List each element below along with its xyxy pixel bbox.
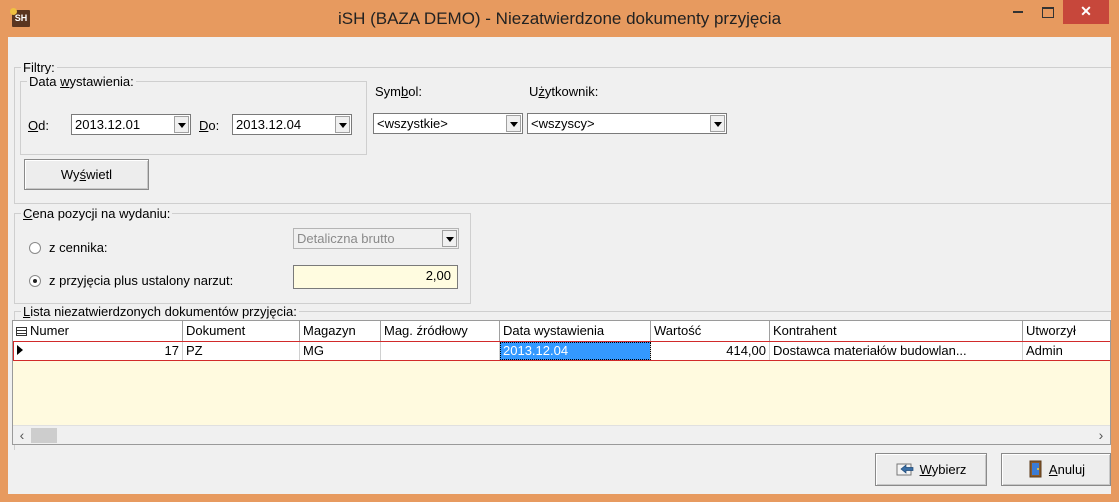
- date-legend-text: Data: [29, 74, 61, 89]
- scroll-right-icon[interactable]: ›: [1092, 426, 1110, 444]
- select-accel: W: [919, 462, 932, 477]
- chevron-down-icon[interactable]: [710, 115, 725, 132]
- date-from-label: Od:: [28, 118, 49, 134]
- column-header-kontrahent[interactable]: Kontrahent: [770, 321, 1023, 341]
- select-button[interactable]: Wybierz: [875, 453, 987, 486]
- column-header-magazyn[interactable]: Magazyn: [300, 321, 381, 341]
- symbol-select[interactable]: <wszystkie>: [373, 113, 523, 134]
- column-header-numer[interactable]: Numer: [13, 321, 183, 341]
- date-group-legend: Data wystawienia:: [27, 74, 136, 89]
- markup-input[interactable]: 2,00: [293, 265, 458, 289]
- date-to-picker[interactable]: 2013.12.04: [232, 114, 352, 135]
- date-to-value: 2013.12.04: [236, 117, 302, 132]
- horizontal-scrollbar[interactable]: ‹ ›: [13, 425, 1110, 444]
- radio-price-list[interactable]: [29, 242, 41, 254]
- minimize-button[interactable]: [1003, 0, 1033, 24]
- maximize-button[interactable]: [1033, 0, 1063, 24]
- select-icon: [896, 463, 913, 476]
- cell-wartosc[interactable]: 414,00: [651, 342, 770, 360]
- show-button-text: Wy: [60, 167, 80, 182]
- price-legend-text: ena pozycji na wydaniu:: [32, 206, 171, 221]
- symbol-label: Symbol:: [375, 84, 422, 100]
- cancel-button[interactable]: Anuluj: [1001, 453, 1111, 486]
- documents-grid[interactable]: Numer Dokument Magazyn Mag. źródłowy Dat…: [12, 320, 1111, 445]
- cell-numer[interactable]: 17: [28, 342, 183, 360]
- symbol-label-text-2: ol:: [408, 84, 422, 99]
- cell-mag-zrodlowy[interactable]: [381, 342, 500, 360]
- show-button-text-2: wietl: [86, 167, 113, 182]
- table-icon: [16, 327, 27, 336]
- user-value: <wszyscy>: [531, 116, 595, 131]
- scroll-left-icon[interactable]: ‹: [13, 426, 31, 444]
- exit-door-icon: [1029, 460, 1042, 478]
- chevron-down-icon[interactable]: [506, 115, 521, 132]
- from-accel: O: [28, 118, 39, 133]
- column-header-utworzyl[interactable]: Utworzył: [1023, 321, 1110, 341]
- date-legend-text-2: ystawienia:: [69, 74, 134, 89]
- symbol-value: <wszystkie>: [377, 116, 448, 131]
- filters-legend: Filtry:: [21, 60, 57, 75]
- user-label-text: U: [529, 84, 539, 99]
- symbol-label-text: Sym: [375, 84, 401, 99]
- list-legend-text: ista niezatwierdzonych dokumentów przyję…: [30, 304, 297, 319]
- price-list-value: Detaliczna brutto: [297, 231, 395, 246]
- user-select[interactable]: <wszyscy>: [527, 113, 727, 134]
- select-label: ybierz: [931, 462, 967, 477]
- grid-header: Numer Dokument Magazyn Mag. źródłowy Dat…: [13, 321, 1110, 342]
- minimize-icon: [1013, 11, 1023, 14]
- close-button[interactable]: ✕: [1063, 0, 1109, 24]
- column-header-wartosc[interactable]: Wartość: [651, 321, 770, 341]
- title-bar[interactable]: SH iSH (BAZA DEMO) - Niezatwierdzone dok…: [0, 0, 1119, 37]
- chevron-down-icon[interactable]: [335, 116, 350, 133]
- user-label: Użytkownik:: [529, 84, 598, 100]
- close-icon: ✕: [1080, 3, 1092, 19]
- radio-markup[interactable]: [29, 275, 41, 287]
- radio-markup-label[interactable]: z przyjęcia plus ustalony narzut:: [49, 273, 233, 289]
- scrollbar-thumb[interactable]: [31, 428, 57, 443]
- list-group-legend: Lista niezatwierdzonych dokumentów przyj…: [21, 304, 299, 319]
- user-label-text-2: ytkownik:: [544, 84, 599, 99]
- row-indicator-icon: [14, 342, 28, 360]
- price-legend-accel: C: [23, 206, 33, 221]
- price-group: Cena pozycji na wydaniu:: [14, 206, 471, 304]
- column-header-data[interactable]: Data wystawienia: [500, 321, 651, 341]
- column-numer-label: Numer: [30, 323, 70, 338]
- cell-magazyn[interactable]: MG: [300, 342, 381, 360]
- cell-data-wystawienia[interactable]: 2013.12.04: [500, 342, 651, 360]
- cell-dokument[interactable]: PZ: [183, 342, 300, 360]
- dialog-client-area: Filtry: Data wystawienia: Od: 2013.12.01…: [8, 37, 1111, 494]
- date-from-picker[interactable]: 2013.12.01: [71, 114, 191, 135]
- from-label-text: d:: [38, 118, 49, 133]
- cell-utworzyl[interactable]: Admin: [1023, 342, 1110, 360]
- show-button[interactable]: Wyświetl: [24, 159, 149, 190]
- chevron-down-icon[interactable]: [174, 116, 189, 133]
- price-list-select: Detaliczna brutto: [293, 228, 459, 249]
- radio-price-list-label[interactable]: z cennika:: [49, 240, 108, 256]
- date-to-label: Do:: [199, 118, 219, 134]
- table-row[interactable]: 17 PZ MG 2013.12.04 414,00 Dostawca mate…: [13, 341, 1110, 361]
- to-accel: D: [199, 118, 209, 133]
- column-header-dokument[interactable]: Dokument: [183, 321, 300, 341]
- cell-kontrahent[interactable]: Dostawca materiałów budowlan...: [770, 342, 1023, 360]
- cancel-label: nuluj: [1057, 462, 1086, 477]
- price-group-legend: Cena pozycji na wydaniu:: [21, 206, 173, 221]
- application-window: SH iSH (BAZA DEMO) - Niezatwierdzone dok…: [0, 0, 1119, 502]
- window-title: iSH (BAZA DEMO) - Niezatwierdzone dokume…: [337, 9, 782, 28]
- chevron-down-icon: [442, 230, 457, 247]
- cancel-accel: A: [1048, 462, 1058, 477]
- column-header-mag-zrodlowy[interactable]: Mag. źródłowy: [381, 321, 500, 341]
- maximize-icon: [1042, 6, 1054, 18]
- to-label-text: o:: [208, 118, 220, 133]
- date-from-value: 2013.12.01: [75, 117, 141, 132]
